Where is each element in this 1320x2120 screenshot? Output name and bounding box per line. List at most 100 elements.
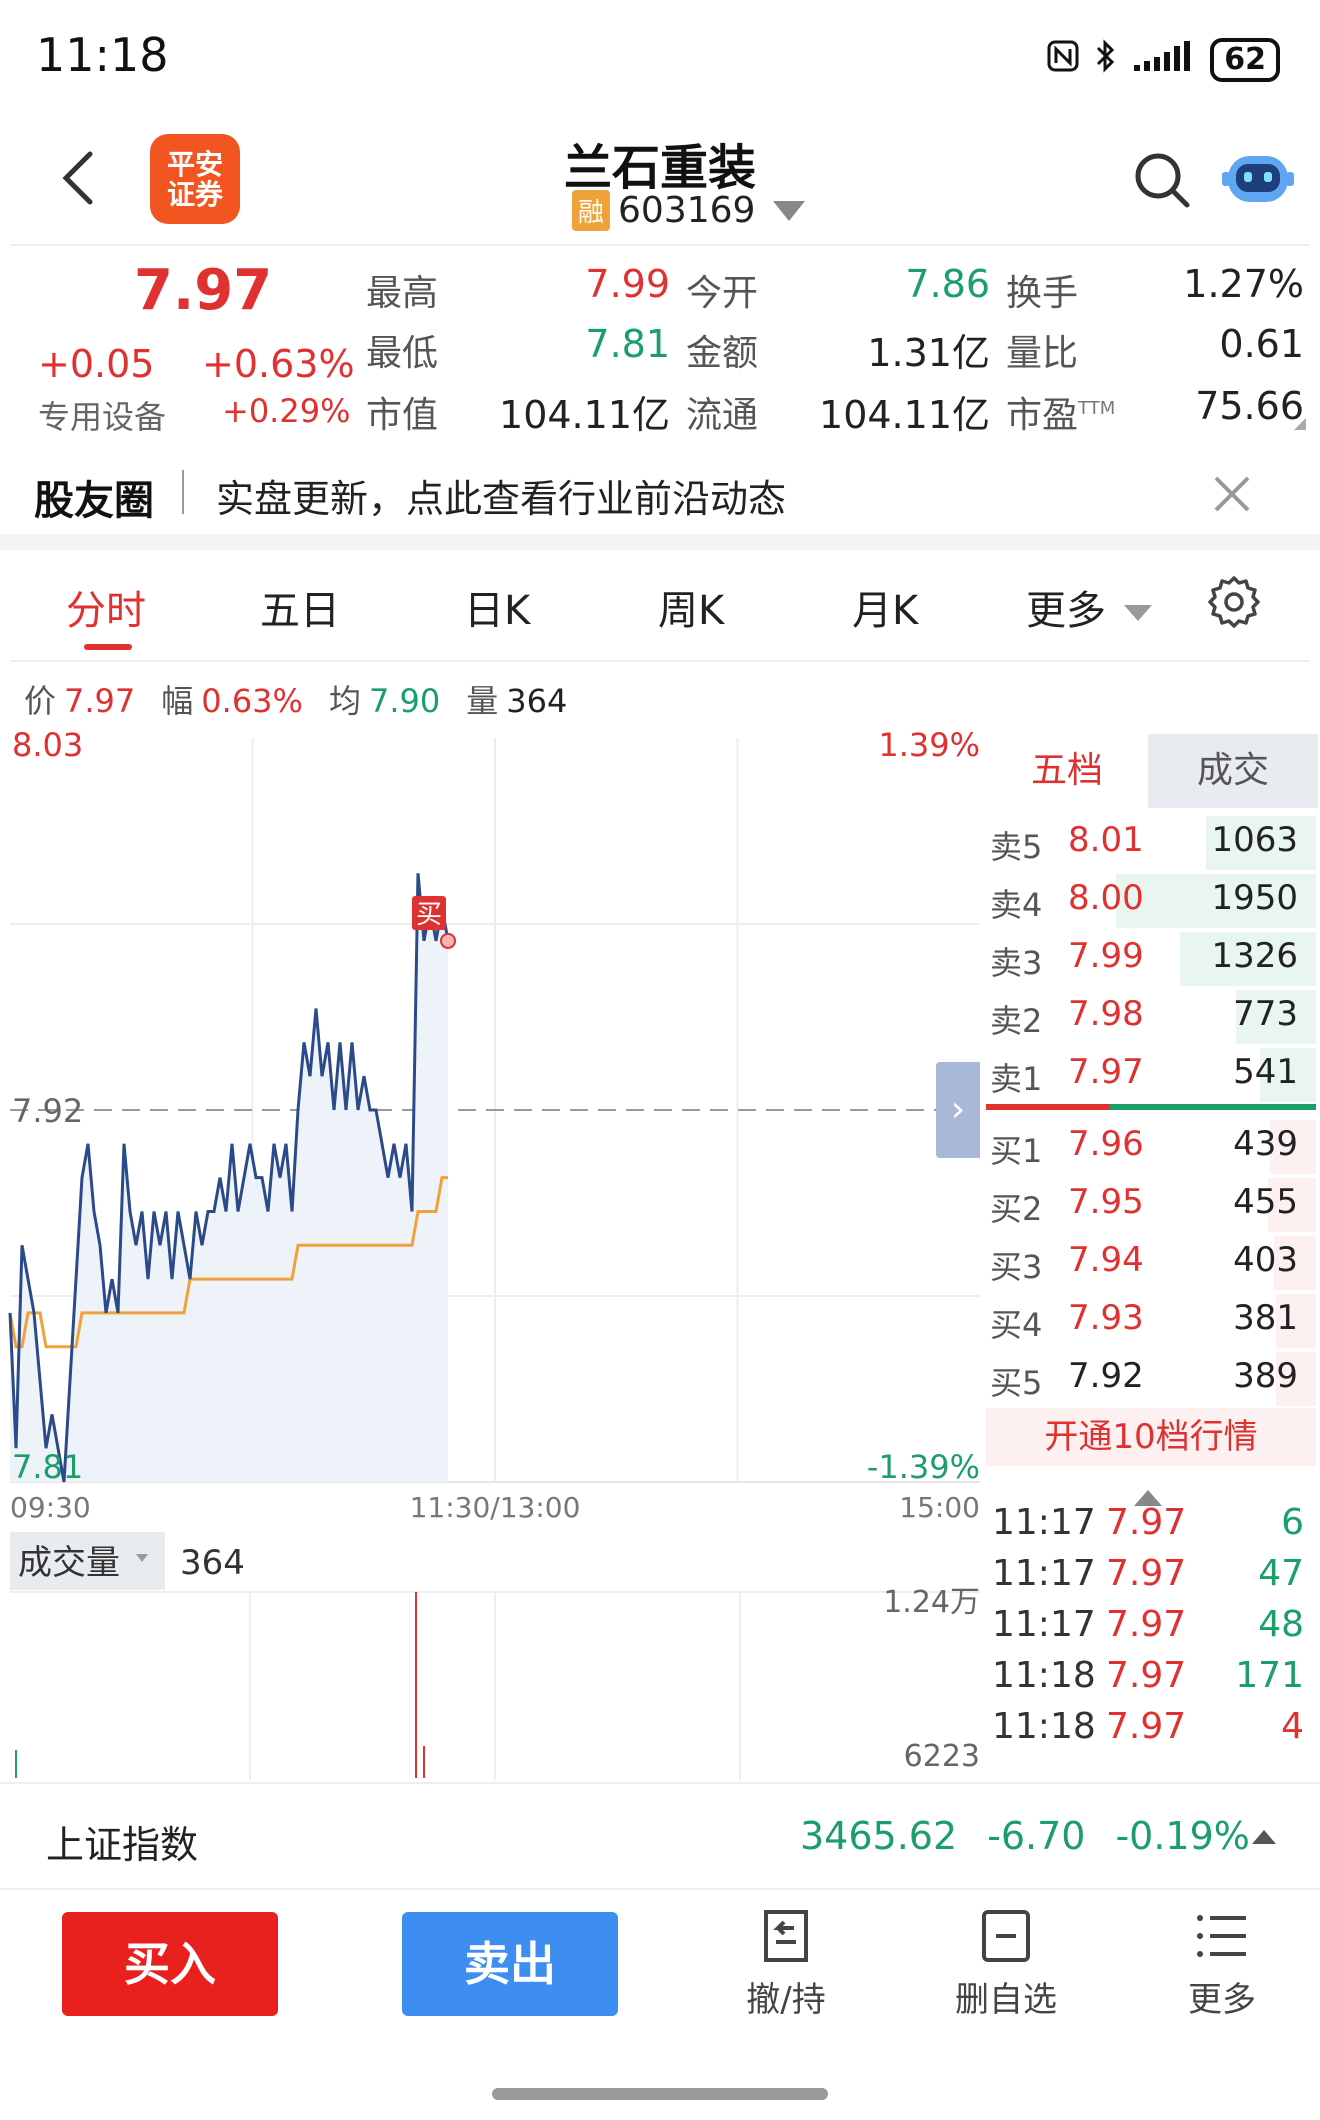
more-button[interactable]: 更多	[1142, 1908, 1302, 2021]
trade-price: 7.97	[1106, 1553, 1187, 1594]
field-label: 换手	[1006, 273, 1079, 314]
trade-row: 11:17 7.97 6	[986, 1502, 1320, 1552]
stock-name: 兰石重装	[563, 140, 756, 196]
tab-intraday[interactable]: 分时	[66, 578, 146, 636]
intraday-chart[interactable]: 买 8.03 7.92 7.81 1.39% -1.39% 09:30 11:3…	[0, 730, 990, 1530]
field-label: 最低	[366, 333, 439, 374]
price-change: +0.05	[38, 342, 155, 386]
cancel-hold-button[interactable]: 撤/持	[706, 1908, 866, 2021]
close-icon[interactable]	[1210, 472, 1254, 516]
volume-current: 364	[180, 1543, 245, 1583]
index-values: 3465.62 -6.70 -0.19%	[800, 1814, 1250, 1858]
info-price: 7.97	[64, 682, 136, 720]
depth-volume: 541	[1233, 1052, 1298, 1092]
community-banner[interactable]: 股友圈 实盘更新，点此查看行业前沿动态	[10, 446, 1310, 536]
trade-volume: 48	[1258, 1604, 1304, 1645]
tab-more[interactable]: 更多	[1026, 578, 1152, 636]
expand-depth-button[interactable]: ›	[936, 1062, 980, 1158]
index-value: 3465.62	[800, 1814, 958, 1858]
trade-row: 11:18 7.97 4	[986, 1706, 1320, 1756]
ask-row[interactable]: 卖3 7.99 1326	[986, 930, 1316, 988]
depth-price: 7.95	[1068, 1182, 1144, 1222]
depth-level: 买4	[990, 1306, 1043, 1344]
open-10-level-button[interactable]: 开通10档行情	[986, 1408, 1316, 1466]
price-change-pct: +0.63%	[202, 342, 355, 386]
tab-weekly-k[interactable]: 周K	[658, 578, 724, 636]
trade-time: 11:17	[992, 1502, 1096, 1543]
depth-volume: 1326	[1211, 936, 1298, 976]
chart-tabs: 分时 五日 日K 周K 月K 更多	[10, 556, 1310, 656]
trade-price: 7.97	[1106, 1655, 1187, 1696]
sell-button[interactable]: 卖出	[402, 1912, 618, 2016]
depth-volume: 439	[1233, 1124, 1298, 1164]
x-label-midday: 11:30/13:00	[410, 1491, 581, 1524]
depth-price: 7.97	[1068, 1052, 1144, 1092]
pe-label: 市盈TTM	[1006, 395, 1116, 436]
index-ticker[interactable]: 上证指数 3465.62 -6.70 -0.19%	[0, 1782, 1320, 1886]
info-avg-label: 均	[328, 682, 361, 720]
ask-row[interactable]: 卖5 8.01 1063	[986, 814, 1316, 872]
field-label: 金额	[686, 333, 759, 374]
chevron-down-icon	[773, 200, 806, 221]
bid-row[interactable]: 买1 7.96 439	[986, 1118, 1316, 1176]
tab-order-book[interactable]: 五档	[986, 734, 1148, 808]
tab-trades[interactable]: 成交	[1148, 734, 1318, 808]
field-value: 7.99	[585, 262, 670, 306]
community-text: 实盘更新，点此查看行业前沿动态	[216, 477, 787, 521]
tab-monthly-k[interactable]: 月K	[852, 578, 918, 636]
depth-price: 8.01	[1068, 820, 1144, 860]
tab-daily-k[interactable]: 日K	[464, 578, 530, 636]
divider	[10, 660, 1310, 662]
depth-level: 买3	[990, 1248, 1043, 1286]
stock-code: 603169	[618, 190, 756, 231]
quote-panel[interactable]: 7.97 +0.05 +0.63% 专用设备 +0.29% 最高 7.99 今开…	[10, 244, 1310, 444]
bid-row[interactable]: 买4 7.93 381	[986, 1292, 1316, 1350]
field-label: 市值	[366, 395, 439, 436]
tab-active-indicator	[84, 644, 132, 650]
current-price: 7.97	[134, 258, 273, 323]
expand-corner-icon	[1294, 418, 1306, 430]
trade-time: 11:18	[992, 1655, 1096, 1696]
sector-change-pct: +0.29%	[222, 392, 351, 430]
bid-row[interactable]: 买5 7.92 389	[986, 1350, 1316, 1408]
trade-row: 11:17 7.97 48	[986, 1604, 1320, 1654]
field-value: 0.61	[1219, 322, 1304, 366]
ask-row[interactable]: 卖4 8.00 1950	[986, 872, 1316, 930]
trade-time: 11:17	[992, 1553, 1096, 1594]
volume-chart[interactable]: 成交量 364 1.24万 6223	[0, 1530, 990, 1780]
trade-ticks-list[interactable]: 11:17 7.97 6 11:17 7.97 47 11:17 7.97 48 11:18 7.9…	[986, 1486, 1320, 1776]
menu-list-icon	[1197, 1915, 1246, 1957]
home-indicator[interactable]	[492, 2088, 828, 2100]
field-value: 7.86	[905, 262, 990, 306]
robot-assistant-icon[interactable]	[1222, 146, 1294, 210]
search-icon[interactable]	[1132, 150, 1192, 210]
info-vol: 364	[506, 682, 568, 720]
volume-label[interactable]: 成交量	[18, 1543, 120, 1583]
stock-code-selector[interactable]: 融 603169	[572, 190, 806, 231]
bid-row[interactable]: 买2 7.95 455	[986, 1176, 1316, 1234]
gear-icon[interactable]	[1206, 574, 1262, 630]
status-time: 11:18	[36, 28, 169, 82]
pct-max-label: 1.39%	[878, 730, 980, 764]
info-vol-label: 量	[466, 682, 499, 720]
field-label: 流通	[686, 395, 759, 436]
header: 平安 证券 兰石重装 融 603169	[0, 118, 1320, 242]
ask-row[interactable]: 卖2 7.98 773	[986, 988, 1316, 1046]
buy-button[interactable]: 买入	[62, 1912, 278, 2016]
trade-price: 7.97	[1106, 1502, 1187, 1543]
bid-row[interactable]: 买3 7.94 403	[986, 1234, 1316, 1292]
nfc-icon	[1046, 39, 1080, 81]
ask-row[interactable]: 卖1 7.97 541	[986, 1046, 1316, 1104]
volume-ymid-label: 6223	[904, 1739, 980, 1774]
remove-watchlist-icon	[982, 1910, 1030, 1962]
depth-level: 卖2	[990, 1002, 1043, 1040]
x-label-open: 09:30	[10, 1491, 91, 1524]
field-value: 104.11亿	[499, 393, 670, 437]
remove-watchlist-button[interactable]: 删自选	[926, 1908, 1086, 2021]
info-price-label: 价	[24, 682, 57, 720]
trade-volume: 171	[1235, 1655, 1304, 1696]
chevron-up-icon[interactable]	[1252, 1830, 1276, 1844]
depth-volume: 403	[1233, 1240, 1298, 1280]
cancel-order-icon	[764, 1910, 808, 1962]
tab-five-day[interactable]: 五日	[260, 578, 340, 636]
